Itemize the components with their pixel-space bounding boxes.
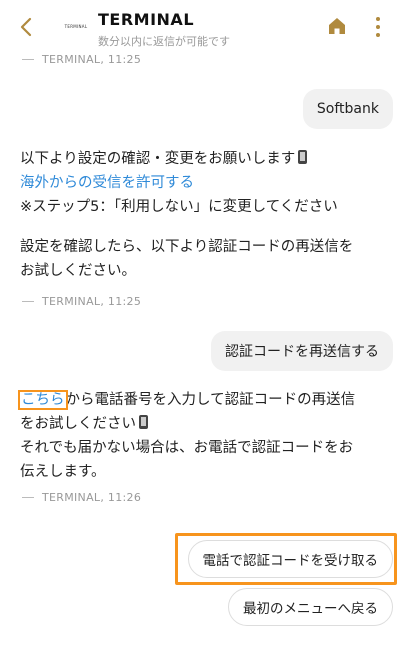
message-text: 伝えします。 [20,464,106,480]
bot-message: 以下より設定の確認・変更をお願いします 海外からの受信を許可する ※ステップ5：… [20,147,392,283]
more-dot-icon [376,17,380,21]
divider [22,301,34,302]
divider [22,497,34,498]
message-meta: TERMINAL, 11:25 [22,295,141,308]
page-title: TERMINAL [98,10,195,29]
user-message-text: Softbank [316,101,379,117]
user-message-bubble: Softbank [302,89,393,129]
message-meta: TERMINAL, 11:25 [22,53,141,66]
meta-text: TERMINAL, 11:26 [42,491,142,504]
meta-text: TERMINAL, 11:25 [42,53,142,66]
more-menu-button[interactable] [370,15,386,39]
bot-message: こちらから電話番号を入力して認証コードの再送信 をお試しください それでも届かな… [18,388,392,484]
here-link[interactable]: こちら [18,390,68,410]
message-text: 設定を確認したら、以下より認証コードの再送信を [20,239,354,255]
quick-reply-label: 最初のメニューへ戻る [243,601,378,617]
quick-reply-label: 電話で認証コードを受け取る [202,553,379,569]
quick-reply-back-menu[interactable]: 最初のメニューへ戻る [228,588,393,626]
home-icon [329,18,345,34]
message-text: をお試しください [20,416,136,432]
home-button[interactable] [326,15,348,37]
message-text: から電話番号を入力して認証コードの再送信 [65,392,356,408]
message-text: お試しください。 [20,263,136,279]
message-text: ※ステップ5：「利用しない」に変更してください [20,199,338,215]
user-message-bubble: 認証コードを再送信する [211,331,393,371]
meta-text: TERMINAL, 11:25 [42,295,142,308]
response-time-text: 数分以内に返信が可能です [98,35,230,48]
allow-overseas-link[interactable]: 海外からの受信を許可する [20,175,194,191]
more-dot-icon [376,25,380,29]
mobile-phone-icon [139,415,148,429]
message-text: 以下より設定の確認・変更をお願いします [20,151,296,167]
back-button[interactable] [12,12,40,42]
message-meta: TERMINAL, 11:26 [22,491,141,504]
divider [22,59,34,60]
quick-reply-phone-code[interactable]: 電話で認証コードを受け取る [187,540,393,578]
chevron-left-icon [20,17,32,37]
chat-header: TERMINAL TERMINAL 数分以内に返信が可能です [0,0,409,56]
user-message-text: 認証コードを再送信する [225,344,379,360]
mobile-phone-icon [298,150,308,164]
message-text: それでも届かない場合は、お電話で認証コードをお [20,440,354,456]
logo: TERMINAL [56,6,96,46]
more-dot-icon [376,33,380,37]
